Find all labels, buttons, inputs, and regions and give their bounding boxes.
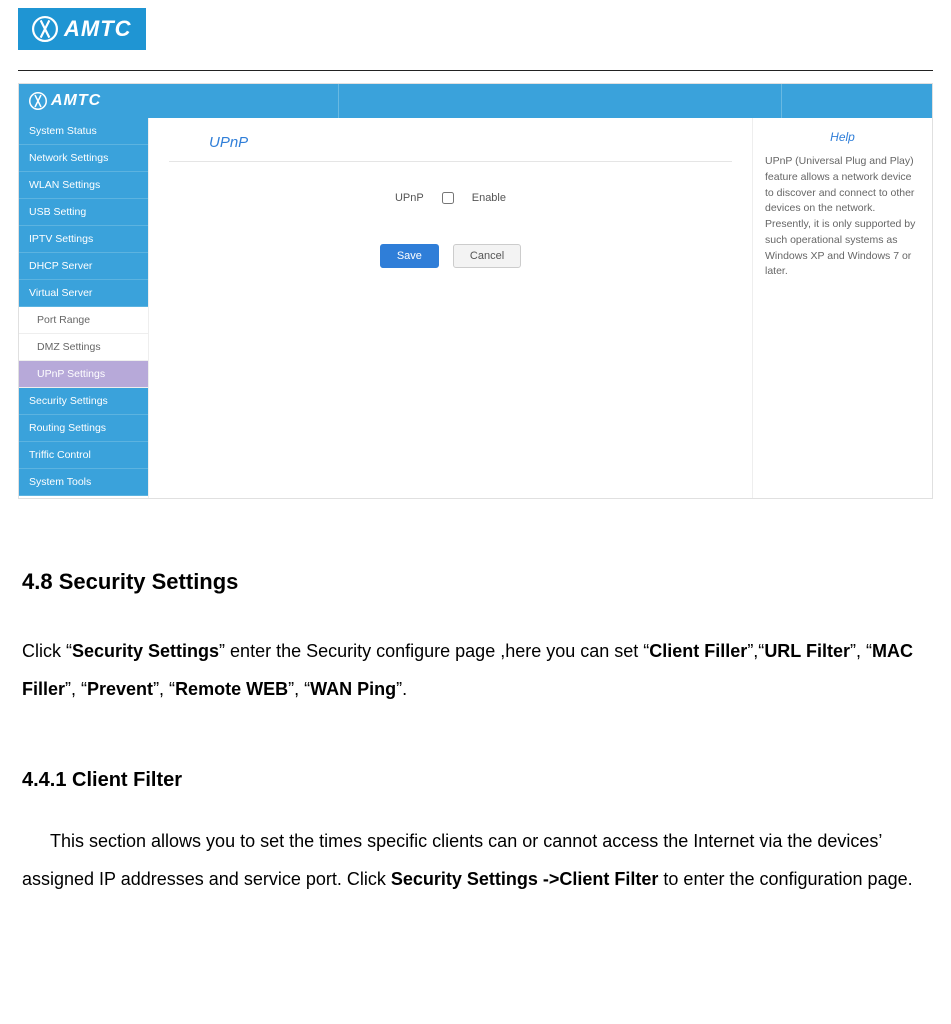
sidebar: System StatusNetwork SettingsWLAN Settin…: [19, 118, 149, 498]
panel-title: UPnP: [169, 128, 732, 162]
upnp-enable-checkbox[interactable]: [442, 192, 454, 204]
ss-header: AMTC: [19, 84, 932, 118]
help-text: UPnP (Universal Plug and Play) feature a…: [765, 154, 920, 280]
ss-brand-text: AMTC: [51, 92, 101, 110]
divider: [18, 70, 933, 71]
section-heading-4-4-1: 4.4.1 Client Filter: [22, 759, 929, 801]
help-panel: Help UPnP (Universal Plug and Play) feat…: [752, 118, 932, 498]
upnp-row: UPnP Enable: [169, 192, 732, 204]
upnp-enable-label: Enable: [472, 192, 506, 204]
sidebar-item-network-settings[interactable]: Network Settings: [19, 145, 148, 172]
sidebar-item-security-settings[interactable]: Security Settings: [19, 388, 148, 415]
sidebar-item-dmz-settings[interactable]: DMZ Settings: [19, 334, 148, 361]
brand-glyph-icon: [29, 92, 47, 110]
brand-logo: AMTC: [18, 8, 146, 50]
button-row: Save Cancel: [169, 244, 732, 268]
sidebar-item-iptv-settings[interactable]: IPTV Settings: [19, 226, 148, 253]
brand-glyph-icon: [32, 16, 58, 42]
section-4-8-paragraph: Click “Security Settings” enter the Secu…: [22, 633, 929, 709]
ss-logo-cell: AMTC: [19, 84, 339, 118]
section-4-4-1-paragraph: This section allows you to set the times…: [22, 823, 929, 899]
brand-text: AMTC: [64, 16, 132, 42]
sidebar-item-routing-settings[interactable]: Routing Settings: [19, 415, 148, 442]
sidebar-item-upnp-settings[interactable]: UPnP Settings: [19, 361, 148, 388]
sidebar-item-system-status[interactable]: System Status: [19, 118, 148, 145]
sidebar-item-dhcp-server[interactable]: DHCP Server: [19, 253, 148, 280]
cancel-button[interactable]: Cancel: [453, 244, 521, 268]
section-heading-4-8: 4.8 Security Settings: [22, 559, 929, 605]
document-text: 4.8 Security Settings Click “Security Se…: [22, 559, 929, 898]
sidebar-item-system-tools[interactable]: System Tools: [19, 469, 148, 496]
sidebar-item-port-range[interactable]: Port Range: [19, 307, 148, 334]
ss-header-right: [782, 84, 932, 118]
router-ui-screenshot: AMTC System StatusNetwork SettingsWLAN S…: [18, 83, 933, 499]
main-panel: UPnP UPnP Enable Save Cancel: [149, 118, 752, 498]
sidebar-item-usb-setting[interactable]: USB Setting: [19, 199, 148, 226]
sidebar-item-virtual-server[interactable]: Virtual Server: [19, 280, 148, 307]
ss-header-mid: [339, 84, 782, 118]
save-button[interactable]: Save: [380, 244, 439, 268]
help-title: Help: [765, 128, 920, 146]
ss-brand: AMTC: [29, 92, 101, 110]
sidebar-item-wlan-settings[interactable]: WLAN Settings: [19, 172, 148, 199]
sidebar-item-triffic-control[interactable]: Triffic Control: [19, 442, 148, 469]
upnp-label: UPnP: [395, 192, 424, 204]
ss-body: System StatusNetwork SettingsWLAN Settin…: [19, 118, 932, 498]
